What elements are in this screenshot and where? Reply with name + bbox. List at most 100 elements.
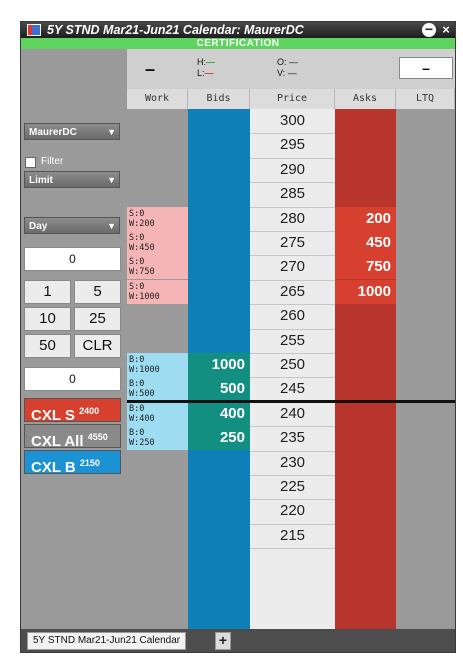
ask-quantity-cell[interactable]: 1000 — [335, 279, 396, 304]
price-level[interactable]: 225 — [250, 475, 335, 499]
ltq-column[interactable] — [396, 109, 455, 629]
account-select[interactable]: MaurerDC ▼ — [24, 123, 120, 140]
price-level[interactable]: 295 — [250, 133, 335, 157]
title-bar[interactable]: 5Y STND Mar21-Jun21 Calendar: MaurerDC −… — [21, 22, 455, 38]
qty-clear-button[interactable]: CLR — [74, 334, 121, 358]
qty-button-50[interactable]: 50 — [24, 334, 71, 358]
price-level[interactable]: 235 — [250, 426, 335, 450]
working-quantity: W:450 — [129, 243, 155, 253]
order-entry-panel: MaurerDC ▼ Filter Limit ▼ Day ▼ 0 1 5 10… — [21, 49, 127, 629]
price-level[interactable]: 300 — [250, 109, 335, 133]
tab-bar: 5Y STND Mar21-Jun21 Calendar + — [21, 629, 455, 652]
chevron-down-icon: ▼ — [107, 127, 116, 137]
price-level[interactable]: 280 — [250, 207, 335, 231]
order-type-value: Limit — [29, 175, 53, 186]
working-status: S:0 — [129, 281, 145, 292]
ask-quantity-cell[interactable]: 750 — [335, 255, 396, 280]
chevron-down-icon: ▼ — [107, 221, 116, 231]
price-level[interactable]: 285 — [250, 182, 335, 206]
working-status: S:0 — [129, 233, 145, 243]
certification-banner: CERTIFICATION — [21, 38, 455, 49]
column-header-ltq[interactable]: LTQ — [396, 89, 455, 109]
working-sell-order[interactable]: S:0 W:450 — [127, 231, 188, 255]
add-tab-button[interactable]: + — [215, 632, 231, 650]
price-level[interactable]: 275 — [250, 231, 335, 255]
price-value: 230 — [279, 453, 306, 471]
low-label: L: — [197, 68, 205, 78]
cancel-sells-button[interactable]: CXL S 2400 — [24, 398, 121, 424]
qty-button-5[interactable]: 5 — [74, 280, 121, 304]
working-sell-order[interactable]: S:0 W:750 — [127, 255, 188, 280]
column-header-bids[interactable]: Bids — [188, 89, 250, 109]
price-value: 285 — [279, 185, 306, 203]
net-change: – — [145, 59, 156, 79]
price-value: 255 — [279, 331, 306, 349]
working-buy-order[interactable]: B:0 W:500 — [127, 377, 188, 402]
minimize-icon[interactable]: − — [422, 22, 436, 37]
price-level[interactable]: 230 — [250, 451, 335, 475]
open-label: O: — [277, 57, 287, 67]
price-level[interactable]: 260 — [250, 304, 335, 328]
ask-quantity-cell[interactable]: 450 — [335, 231, 396, 255]
ask-quantity: 1000 — [357, 282, 391, 300]
price-value: 260 — [279, 307, 306, 325]
working-quantity: W:750 — [129, 267, 155, 278]
working-buy-order[interactable]: B:0 W:250 — [127, 426, 188, 451]
tab-calendar[interactable]: 5Y STND Mar21-Jun21 Calendar — [27, 632, 187, 650]
asks-column[interactable] — [335, 109, 396, 629]
price-level[interactable]: 255 — [250, 329, 335, 353]
working-quantity: W:200 — [129, 218, 155, 229]
column-header-price[interactable]: Price — [250, 89, 335, 109]
account-select-value: MaurerDC — [29, 127, 77, 138]
working-quantity: W:400 — [129, 413, 155, 424]
bid-quantity-cell[interactable]: 500 — [188, 377, 250, 402]
bid-quantity: 500 — [219, 380, 245, 398]
price-level[interactable]: 245 — [250, 377, 335, 401]
working-buy-order[interactable]: B:0 W:1000 — [127, 353, 188, 377]
ask-quantity-cell[interactable]: 200 — [335, 206, 396, 231]
tif-select[interactable]: Day ▼ — [24, 217, 120, 234]
column-header-asks[interactable]: Asks — [335, 89, 396, 109]
cancel-buys-count: 2150 — [79, 458, 100, 468]
price-value: 300 — [279, 112, 306, 129]
price-value: 235 — [279, 429, 306, 447]
market-stats-bar: – H:— L:— O: — V: — – — [127, 49, 455, 89]
cancel-all-button[interactable]: CXL All 4550 — [24, 424, 121, 450]
price-value: 280 — [279, 209, 306, 227]
filter-label: Filter — [41, 156, 64, 167]
high-stat: H:— — [197, 57, 215, 67]
working-sell-order[interactable]: S:0 W:200 — [127, 206, 188, 231]
price-level[interactable]: 270 — [250, 255, 335, 279]
bid-quantity-cell[interactable]: 400 — [188, 401, 250, 426]
qty-button-10[interactable]: 10 — [24, 307, 71, 331]
price-level[interactable]: 250 — [250, 353, 335, 377]
price-level[interactable]: 220 — [250, 499, 335, 523]
close-icon[interactable]: × — [439, 23, 453, 37]
price-value: 275 — [279, 234, 306, 251]
working-sell-order[interactable]: S:0 W:1000 — [127, 279, 188, 304]
price-value: 295 — [279, 136, 306, 154]
ask-quantity: 750 — [365, 258, 391, 276]
price-level[interactable]: 215 — [250, 524, 335, 548]
filter-checkbox[interactable] — [25, 157, 36, 168]
price-level[interactable]: 240 — [250, 402, 335, 426]
bid-quantity-cell[interactable]: 250 — [188, 426, 250, 451]
column-header-work[interactable]: Work — [127, 89, 188, 109]
price-level[interactable]: 290 — [250, 158, 335, 182]
last-price-box[interactable]: – — [399, 57, 453, 79]
chevron-down-icon: ▼ — [107, 175, 116, 185]
working-status: B:0 — [129, 403, 145, 414]
high-value: — — [206, 57, 215, 67]
order-type-select[interactable]: Limit ▼ — [24, 171, 120, 188]
quantity-display[interactable]: 0 — [24, 367, 121, 391]
qty-button-1[interactable]: 1 — [24, 280, 71, 304]
cancel-buys-button[interactable]: CXL B 2150 — [24, 450, 121, 476]
price-value: 240 — [279, 404, 306, 422]
bid-quantity-cell[interactable]: 1000 — [188, 353, 250, 377]
price-level[interactable]: 265 — [250, 280, 335, 304]
quantity-input[interactable]: 0 — [24, 247, 121, 271]
row-divider — [250, 548, 335, 550]
working-buy-order[interactable]: B:0 W:400 — [127, 401, 188, 426]
working-quantity: W:250 — [129, 438, 155, 449]
qty-button-25[interactable]: 25 — [74, 307, 121, 331]
